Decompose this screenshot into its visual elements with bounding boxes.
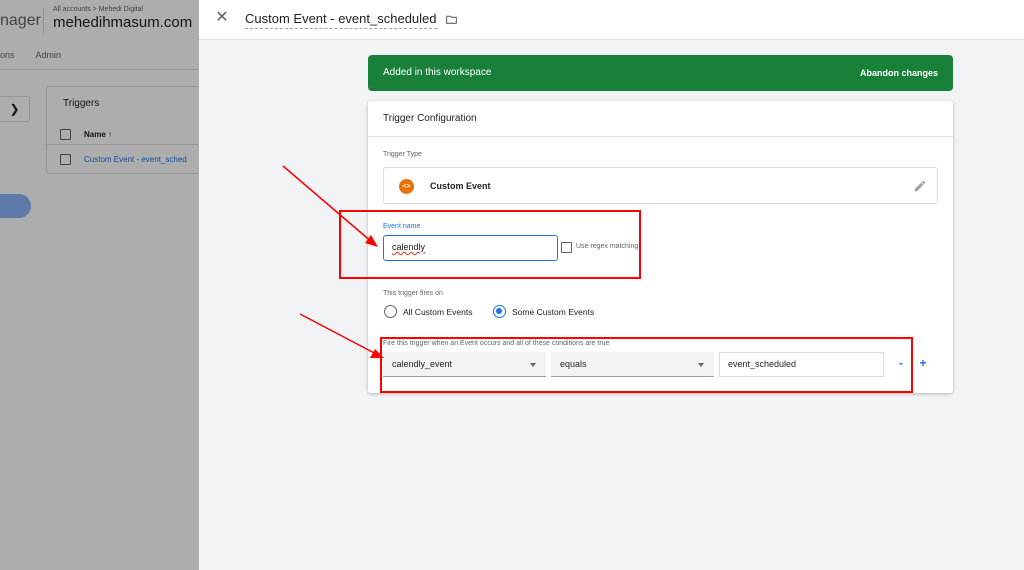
radio-all-custom-events[interactable] [384, 305, 397, 318]
abandon-changes-button[interactable]: Abandon changes [860, 68, 938, 78]
radio-label-some: Some Custom Events [512, 307, 595, 317]
pencil-icon[interactable] [913, 179, 927, 193]
panel-header: ✕ Custom Event - event_scheduled [199, 0, 1024, 40]
card-divider [368, 136, 953, 137]
card-title: Trigger Configuration [383, 113, 477, 124]
radio-label-all: All Custom Events [403, 307, 473, 317]
condition-operator-value: equals [560, 359, 587, 369]
folder-icon[interactable] [445, 13, 458, 26]
event-name-label: Event name [383, 223, 421, 230]
event-name-input[interactable]: calendly [383, 235, 558, 261]
trigger-type-label: Trigger Type [383, 151, 422, 158]
banner-text: Added in this workspace [383, 67, 492, 78]
add-condition-button[interactable]: + [917, 356, 929, 372]
caret-down-icon [698, 363, 704, 367]
remove-condition-button[interactable]: - [895, 356, 907, 372]
condition-label: Fire this trigger when an Event occurs a… [383, 340, 610, 347]
trigger-configuration-card: Trigger Configuration Trigger Type <> Cu… [368, 101, 953, 393]
background-app: nager All accounts > Mehedi Digital mehe… [0, 0, 199, 570]
caret-down-icon [530, 363, 536, 367]
code-icon: <> [399, 179, 414, 194]
trigger-type-selector[interactable]: <> Custom Event [383, 167, 938, 204]
panel-body: Added in this workspace Abandon changes … [199, 40, 1024, 570]
condition-operator-select[interactable]: equals [551, 352, 714, 377]
workspace-status-banner: Added in this workspace Abandon changes [368, 55, 953, 91]
condition-variable-value: calendly_event [392, 359, 453, 369]
trigger-name-title[interactable]: Custom Event - event_scheduled [245, 11, 437, 29]
radio-some-custom-events[interactable] [493, 305, 506, 318]
fires-on-label: This trigger fires on [383, 290, 443, 297]
condition-value-input[interactable]: event_scheduled [719, 352, 884, 377]
regex-checkbox[interactable] [561, 242, 572, 253]
modal-scrim[interactable] [0, 0, 199, 570]
trigger-editor-panel: ✕ Custom Event - event_scheduled Added i… [199, 0, 1024, 570]
condition-variable-select[interactable]: calendly_event [383, 352, 546, 377]
close-icon[interactable]: ✕ [213, 9, 231, 27]
regex-label: Use regex matching [576, 243, 639, 250]
trigger-type-name: Custom Event [430, 181, 491, 191]
event-name-value: calendly [392, 242, 426, 252]
